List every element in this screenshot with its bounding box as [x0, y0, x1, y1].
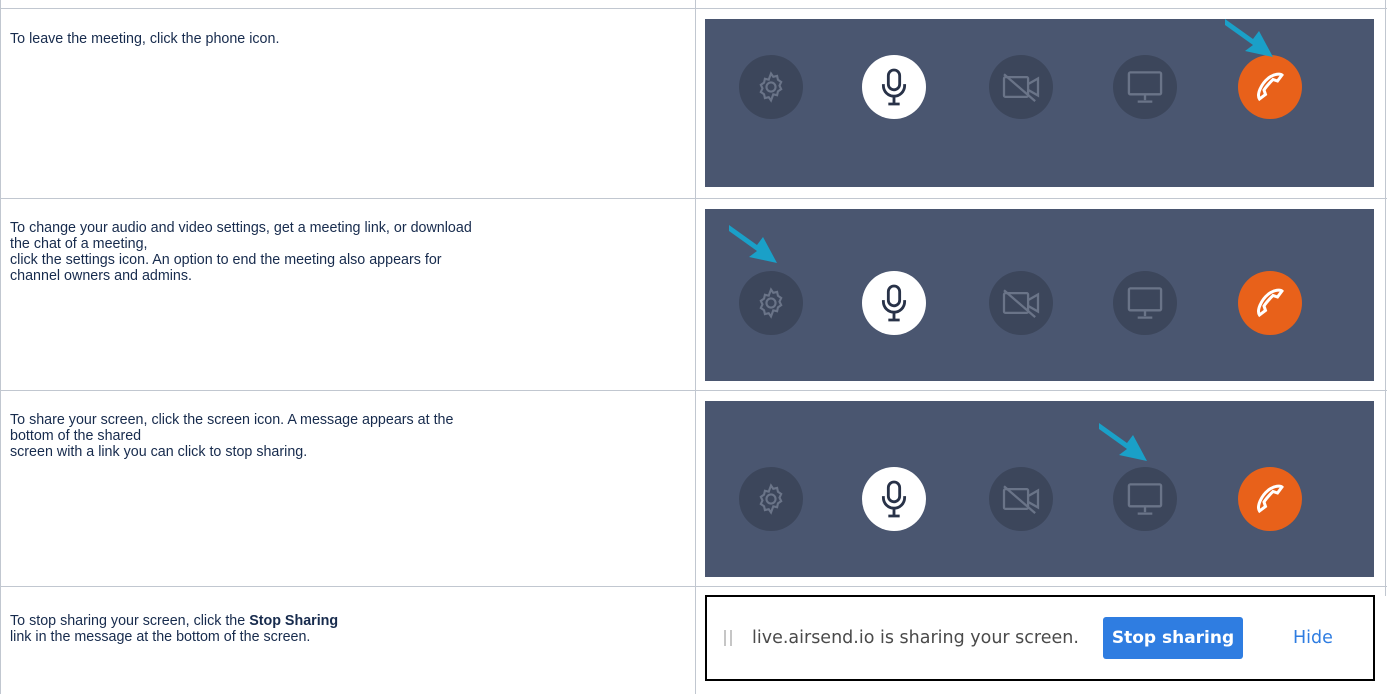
row-description: To leave the meeting, click the phone ic… — [10, 31, 280, 47]
instructions-table: To leave the meeting, click the phone ic… — [0, 0, 1387, 694]
row-description: To stop sharing your screen, click the S… — [10, 613, 680, 645]
camera-button[interactable] — [989, 271, 1053, 335]
gear-icon — [759, 71, 783, 103]
screen-share-notification: live.airsend.io is sharing your screen. … — [705, 595, 1375, 681]
settings-button[interactable] — [739, 271, 803, 335]
pointer-arrow-icon — [729, 225, 777, 263]
video-off-icon — [1002, 73, 1040, 103]
leave-call-button[interactable] — [1238, 271, 1302, 335]
microphone-icon — [881, 68, 907, 106]
stop-sharing-emphasis: Stop Sharing — [249, 613, 339, 629]
microphone-icon — [881, 480, 907, 518]
leave-call-button[interactable] — [1238, 55, 1302, 119]
camera-button[interactable] — [989, 55, 1053, 119]
row-description: To share your screen, click the screen i… — [10, 412, 454, 460]
monitor-icon — [1127, 483, 1163, 515]
gear-icon — [759, 287, 783, 319]
pointer-arrow-icon — [1225, 19, 1273, 57]
microphone-icon — [881, 284, 907, 322]
settings-button[interactable] — [739, 467, 803, 531]
camera-button[interactable] — [989, 467, 1053, 531]
screen-share-button[interactable] — [1113, 271, 1177, 335]
meeting-toolbar — [705, 209, 1374, 381]
microphone-button[interactable] — [862, 271, 926, 335]
screen-share-button[interactable] — [1113, 467, 1177, 531]
microphone-button[interactable] — [862, 55, 926, 119]
phone-icon — [1257, 72, 1284, 102]
microphone-button[interactable] — [862, 467, 926, 531]
meeting-toolbar — [705, 19, 1374, 187]
table-row: To leave the meeting, click the phone ic… — [0, 8, 1387, 199]
share-message: live.airsend.io is sharing your screen. — [752, 628, 1079, 648]
screen-share-button[interactable] — [1113, 55, 1177, 119]
row-description: To change your audio and video settings,… — [10, 220, 472, 284]
phone-icon — [1257, 484, 1284, 514]
hide-link[interactable]: Hide — [1293, 628, 1333, 648]
phone-icon — [1257, 288, 1284, 318]
leave-call-button[interactable] — [1238, 467, 1302, 531]
settings-button[interactable] — [739, 55, 803, 119]
video-off-icon — [1002, 289, 1040, 319]
pointer-arrow-icon — [1099, 423, 1147, 461]
table-row: To share your screen, click the screen i… — [0, 390, 1387, 587]
meeting-toolbar — [705, 401, 1374, 577]
drag-handle-icon[interactable] — [724, 630, 732, 646]
monitor-icon — [1127, 287, 1163, 319]
video-off-icon — [1002, 485, 1040, 515]
row-description-start: To stop sharing your screen, click the — [10, 613, 250, 629]
gear-icon — [759, 483, 783, 515]
stop-sharing-button[interactable]: Stop sharing — [1103, 617, 1243, 659]
table-row: To change your audio and video settings,… — [0, 198, 1387, 391]
monitor-icon — [1127, 71, 1163, 103]
row-description-end: link in the message at the bottom of the… — [10, 629, 311, 645]
